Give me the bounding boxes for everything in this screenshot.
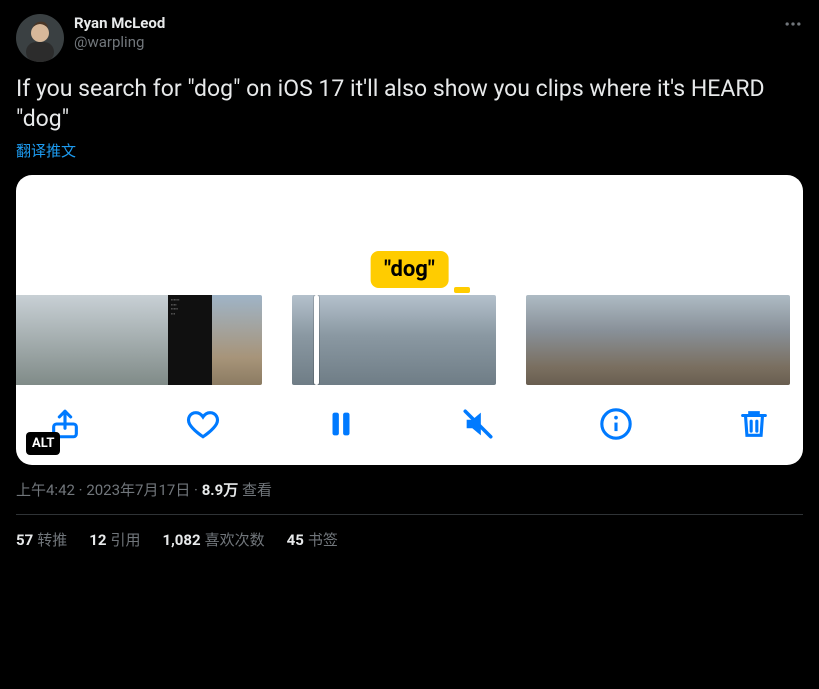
- avatar-image: [16, 14, 64, 62]
- views-label: 查看: [242, 481, 272, 499]
- handle: @warpling: [74, 33, 165, 52]
- like-button[interactable]: [186, 407, 220, 441]
- tweet-stats: 57转推 12引用 1,082喜欢次数 45书签: [16, 529, 803, 550]
- info-icon: [599, 407, 633, 441]
- user-info[interactable]: Ryan McLeod @warpling: [74, 14, 165, 52]
- thumbnail: [212, 295, 262, 385]
- thumbnail: [408, 295, 466, 385]
- alt-badge[interactable]: ALT: [26, 432, 60, 455]
- retweets-stat[interactable]: 57转推: [16, 529, 67, 550]
- thumbnail: [16, 295, 48, 385]
- translate-link[interactable]: 翻译推文: [16, 140, 76, 161]
- thumbnail: [746, 295, 790, 385]
- quotes-stat[interactable]: 12引用: [89, 529, 140, 550]
- thumbnail: [614, 295, 658, 385]
- more-options-button[interactable]: [783, 14, 803, 37]
- more-icon: [783, 14, 803, 34]
- tweet-header: Ryan McLeod @warpling: [16, 14, 803, 62]
- mute-icon: [461, 407, 495, 441]
- display-name: Ryan McLeod: [74, 14, 165, 33]
- thumbnail: [658, 295, 702, 385]
- thumbnail: [350, 295, 408, 385]
- pause-icon: [324, 407, 358, 441]
- trash-icon: [737, 407, 771, 441]
- mute-button[interactable]: [461, 407, 495, 441]
- thumbnail: [702, 295, 746, 385]
- tweet-date: 2023年7月17日: [86, 481, 190, 499]
- likes-stat[interactable]: 1,082喜欢次数: [162, 529, 264, 550]
- playhead[interactable]: [314, 295, 319, 385]
- clip-2: [292, 295, 496, 385]
- search-chip: "dog": [370, 251, 449, 288]
- video-timeline[interactable]: ▪▪▪▪▪▪▪▪▪▪▪▪▪▪▪▪▪▪: [16, 295, 803, 385]
- thumbnail: ▪▪▪▪▪▪▪▪▪▪▪▪▪▪▪▪▪▪: [168, 295, 212, 385]
- tweet-time: 上午4:42: [16, 481, 75, 499]
- divider: [16, 514, 803, 515]
- tweet-container: Ryan McLeod @warpling If you search for …: [0, 0, 819, 558]
- marker-tick: [454, 287, 470, 293]
- thumbnail: [292, 295, 350, 385]
- avatar[interactable]: [16, 14, 64, 62]
- thumbnail: [466, 295, 496, 385]
- media-card[interactable]: "dog" ▪▪▪▪▪▪▪▪▪▪▪▪▪▪▪▪▪▪: [16, 175, 803, 465]
- clip-3: [526, 295, 790, 385]
- delete-button[interactable]: [737, 407, 771, 441]
- thumbnail: [48, 295, 88, 385]
- video-controls: [16, 385, 803, 465]
- heart-icon: [186, 407, 220, 441]
- tweet-text: If you search for "dog" on iOS 17 it'll …: [16, 74, 803, 134]
- thumbnail: [88, 295, 128, 385]
- thumbnail: [526, 295, 570, 385]
- info-button[interactable]: [599, 407, 633, 441]
- tweet-meta[interactable]: 上午4:42 2023年7月17日 8.9万 查看: [16, 479, 803, 500]
- thumbnail: [570, 295, 614, 385]
- thumbnail: [128, 295, 168, 385]
- views-count: 8.9万: [202, 481, 239, 499]
- bookmarks-stat[interactable]: 45书签: [287, 529, 338, 550]
- pause-button[interactable]: [324, 407, 358, 441]
- clip-1: ▪▪▪▪▪▪▪▪▪▪▪▪▪▪▪▪▪▪: [16, 295, 262, 385]
